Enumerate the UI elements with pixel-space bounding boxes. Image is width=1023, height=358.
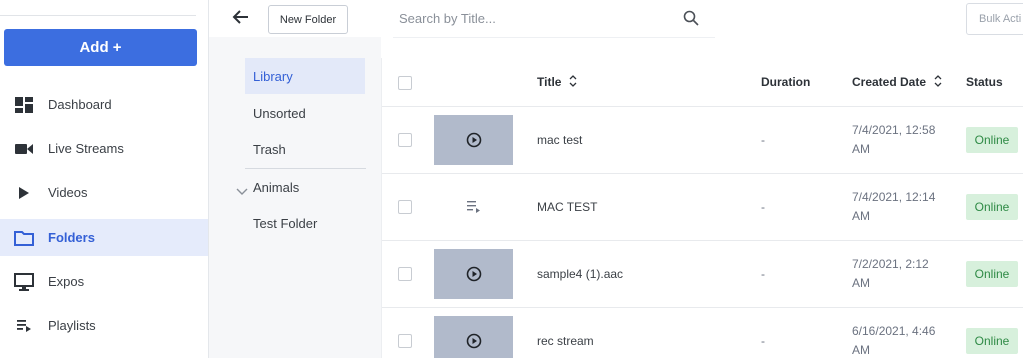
video-thumbnail[interactable]	[434, 115, 513, 165]
select-all-checkbox[interactable]	[398, 76, 412, 90]
row-duration: -	[761, 133, 765, 147]
folder-item-unsorted[interactable]: Unsorted	[245, 95, 365, 131]
play-icon	[0, 186, 48, 199]
row-created: 7/2/2021, 2:12 AM	[852, 257, 929, 290]
table-header-row: Title Duration Created Date Status	[382, 58, 1023, 107]
playlist-thumbnail[interactable]	[434, 182, 513, 232]
search-input[interactable]	[399, 8, 669, 28]
sidebar-item-dashboard[interactable]: Dashboard	[0, 86, 208, 123]
search-bar	[393, 0, 715, 37]
sidebar-item-videos[interactable]: Videos	[0, 174, 208, 211]
folder-item-animals[interactable]: Animals	[245, 169, 365, 205]
column-header-title[interactable]: Title	[537, 58, 577, 106]
table-row[interactable]: sample4 (1).aac - 7/2/2021, 2:12 AM Onli…	[382, 241, 1023, 308]
table-row[interactable]: mac test - 7/4/2021, 12:58 AM Online	[382, 107, 1023, 174]
status-badge: Online	[966, 261, 1018, 287]
sort-icon[interactable]	[569, 74, 577, 90]
folder-panel: Library Unsorted Trash Animals Test Fold…	[209, 37, 381, 358]
playlist-icon	[0, 319, 48, 332]
column-header-created[interactable]: Created Date	[852, 58, 942, 106]
row-title[interactable]: rec stream	[537, 334, 594, 348]
sidebar-item-label: Dashboard	[48, 97, 112, 112]
sidebar-item-live-streams[interactable]: Live Streams	[0, 130, 208, 167]
search-icon[interactable]	[683, 10, 699, 31]
sidebar-divider	[0, 15, 196, 16]
sidebar-item-folders[interactable]: Folders	[0, 219, 208, 256]
column-header-status: Status	[966, 75, 1003, 89]
sort-icon[interactable]	[934, 74, 942, 90]
monitor-icon	[0, 272, 48, 291]
status-badge: Online	[966, 194, 1018, 220]
sidebar-item-label: Videos	[48, 185, 88, 200]
row-duration: -	[761, 334, 765, 348]
row-checkbox[interactable]	[398, 334, 412, 348]
row-created: 7/4/2021, 12:58 AM	[852, 123, 936, 156]
row-title[interactable]: sample4 (1).aac	[537, 267, 623, 281]
play-circle-icon	[466, 132, 481, 148]
new-folder-button[interactable]: New Folder	[268, 5, 348, 34]
sidebar-item-playlists[interactable]: Playlists	[0, 307, 208, 344]
row-checkbox[interactable]	[398, 267, 412, 281]
status-badge: Online	[966, 127, 1018, 153]
video-thumbnail[interactable]	[434, 316, 513, 358]
table-row[interactable]: MAC TEST - 7/4/2021, 12:14 AM Online	[382, 174, 1023, 241]
video-camera-icon	[0, 143, 48, 155]
sidebar-item-label: Playlists	[48, 318, 96, 333]
media-table: Title Duration Created Date Status mac t…	[381, 58, 1023, 358]
status-badge: Online	[966, 328, 1018, 354]
row-checkbox[interactable]	[398, 133, 412, 147]
playlist-icon	[466, 201, 480, 213]
folder-item-trash[interactable]: Trash	[245, 131, 365, 167]
folder-item-library[interactable]: Library	[245, 58, 365, 94]
table-row[interactable]: rec stream - 6/16/2021, 4:46 AM Online	[382, 308, 1023, 358]
folder-item-test-folder[interactable]: Test Folder	[245, 205, 365, 241]
sidebar-item-label: Folders	[48, 230, 95, 245]
row-title[interactable]: mac test	[537, 133, 582, 147]
row-duration: -	[761, 267, 765, 281]
bulk-actions-button[interactable]: Bulk Acti	[966, 3, 1023, 35]
row-title[interactable]: MAC TEST	[537, 200, 597, 214]
play-circle-icon	[466, 333, 481, 349]
row-created: 7/4/2021, 12:14 AM	[852, 190, 936, 223]
add-button[interactable]: Add +	[4, 29, 197, 66]
sidebar: Add + Dashboard Live Streams Videos Fold…	[0, 0, 209, 358]
folder-icon	[0, 230, 48, 246]
back-arrow-icon[interactable]	[230, 6, 252, 28]
row-created: 6/16/2021, 4:46 AM	[852, 324, 936, 357]
dashboard-icon	[0, 96, 48, 113]
row-duration: -	[761, 200, 765, 214]
sidebar-item-label: Expos	[48, 274, 85, 289]
play-circle-icon	[466, 266, 481, 282]
column-header-duration: Duration	[761, 75, 811, 89]
row-checkbox[interactable]	[398, 200, 412, 214]
sidebar-item-label: Live Streams	[48, 141, 124, 156]
video-thumbnail[interactable]	[434, 249, 513, 299]
sidebar-item-expos[interactable]: Expos	[0, 263, 208, 300]
